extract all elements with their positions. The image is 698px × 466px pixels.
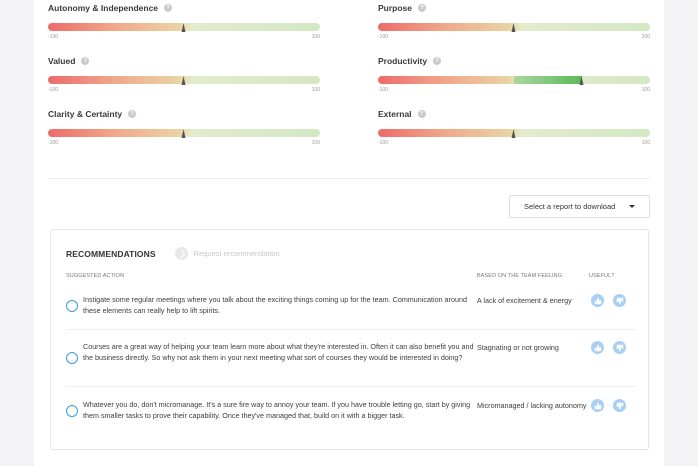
gauge-title: Autonomy & Independence bbox=[48, 3, 159, 13]
help-icon[interactable]: ? bbox=[164, 4, 173, 12]
gauge-bar bbox=[48, 23, 320, 32]
gauge-marker bbox=[511, 129, 516, 138]
report-select-value: Select a report to download bbox=[524, 202, 616, 211]
gauge-min: -100 bbox=[48, 140, 59, 146]
gauge-clarity: Clarity & Certainty? -100 100 bbox=[48, 107, 320, 146]
help-icon[interactable]: ? bbox=[433, 57, 442, 65]
row-divider bbox=[66, 329, 636, 330]
gauge-min: -100 bbox=[48, 87, 59, 93]
page-content: Autonomy & Independence? -100 100 Purpose… bbox=[34, 0, 664, 466]
request-recommendation-label: Request recommendation bbox=[193, 249, 280, 258]
recommendations-title: RECOMMENDATIONS bbox=[66, 248, 156, 259]
recommendation-row: Instigate some regular meetings where yo… bbox=[66, 294, 636, 330]
recommendation-row: Courses are a great way of helping your … bbox=[66, 341, 636, 387]
thumbs-down-icon[interactable] bbox=[613, 341, 626, 354]
gauge-valued: Valued? -100 100 bbox=[48, 54, 320, 93]
report-download-select[interactable]: Select a report to download bbox=[509, 195, 650, 218]
gauge-title: Purpose bbox=[378, 3, 413, 13]
recommendation-feeling: Stagnating or not growing bbox=[477, 343, 559, 352]
recommendation-radio[interactable] bbox=[66, 352, 78, 364]
gauge-marker bbox=[181, 129, 186, 138]
gauge-external: External? -100 100 bbox=[378, 107, 650, 146]
gauge-marker bbox=[181, 23, 186, 32]
gauge-max: 100 bbox=[311, 140, 320, 146]
recommendation-radio[interactable] bbox=[66, 300, 78, 312]
gauge-min: -100 bbox=[378, 34, 389, 40]
gauge-max: 100 bbox=[311, 87, 320, 93]
gauge-bar bbox=[48, 129, 320, 138]
gauge-bar bbox=[378, 23, 650, 32]
thumbs-down-icon[interactable] bbox=[613, 399, 626, 412]
gauge-title: Valued bbox=[48, 56, 76, 66]
gauge-purpose: Purpose? -100 100 bbox=[378, 1, 650, 40]
recommendation-action: Courses are a great way of helping your … bbox=[83, 342, 474, 362]
caret-down-icon bbox=[629, 205, 635, 208]
recommendations-panel: RECOMMENDATIONS Request recommendation S… bbox=[50, 229, 649, 450]
gauge-bar bbox=[378, 76, 650, 85]
gauge-max: 100 bbox=[641, 87, 650, 93]
gauge-min: -100 bbox=[378, 87, 389, 93]
gauge-bar bbox=[48, 76, 320, 85]
help-icon[interactable]: ? bbox=[417, 110, 426, 118]
gauge-min: -100 bbox=[378, 140, 389, 146]
section-divider bbox=[48, 178, 650, 179]
gauge-autonomy: Autonomy & Independence? -100 100 bbox=[48, 1, 320, 40]
gauge-marker bbox=[181, 76, 186, 85]
recommendation-action: Whatever you do, don't micromanage. It's… bbox=[83, 400, 471, 420]
gauge-productivity: Productivity? -100 100 bbox=[378, 54, 650, 93]
gauge-max: 100 bbox=[311, 34, 320, 40]
gauge-max: 100 bbox=[641, 140, 650, 146]
row-divider bbox=[66, 386, 636, 387]
request-recommendation-button[interactable]: Request recommendation bbox=[174, 247, 280, 260]
gauge-bar bbox=[378, 129, 650, 138]
gauge-title: External bbox=[378, 109, 412, 119]
thumbs-up-icon[interactable] bbox=[591, 294, 604, 307]
gauge-title: Clarity & Certainty bbox=[48, 109, 123, 119]
column-header-useful: USEFUL? bbox=[589, 273, 615, 279]
gauge-marker bbox=[579, 76, 584, 85]
column-header-feeling: BASED ON THE TEAM FEELING bbox=[477, 273, 563, 279]
thumbs-up-icon[interactable] bbox=[591, 341, 604, 354]
recommendation-feeling: Micromanaged / lacking autonomy bbox=[477, 401, 587, 410]
recommendation-row: Whatever you do, don't micromanage. It's… bbox=[66, 399, 636, 435]
gauge-fill bbox=[514, 76, 582, 84]
gauge-min: -100 bbox=[48, 34, 59, 40]
thumbs-up-icon[interactable] bbox=[591, 399, 604, 412]
recommendation-feeling: A lack of excitement & energy bbox=[477, 296, 572, 305]
help-icon[interactable]: ? bbox=[128, 110, 137, 118]
recommendation-radio[interactable] bbox=[66, 405, 78, 417]
column-header-action: SUGGESTED ACTION bbox=[66, 273, 125, 279]
gauge-title: Productivity bbox=[378, 56, 428, 66]
thumbs-down-icon[interactable] bbox=[613, 294, 626, 307]
help-icon[interactable]: ? bbox=[81, 57, 90, 65]
gauge-max: 100 bbox=[641, 34, 650, 40]
gauge-marker bbox=[511, 23, 516, 32]
recommendation-action: Instigate some regular meetings where yo… bbox=[83, 295, 467, 315]
help-icon[interactable]: ? bbox=[418, 4, 427, 12]
check-circle-icon bbox=[174, 247, 188, 260]
